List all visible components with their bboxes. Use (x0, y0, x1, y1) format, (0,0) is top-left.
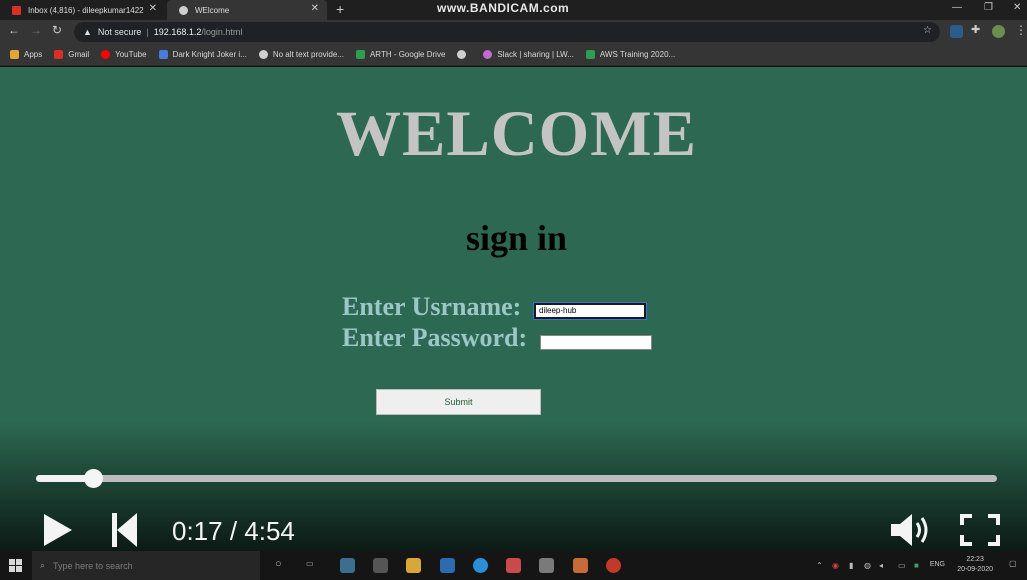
wallpaper-site-icon (158, 50, 168, 59)
browser-toolbar: ← → ↻ ▲ Not secure | 192.168.1.2 /login.… (0, 20, 1027, 44)
profile-avatar[interactable] (992, 25, 1005, 38)
bookmark-label: Slack | sharing | LW... (497, 50, 574, 59)
restore-icon[interactable]: ❐ (984, 2, 993, 13)
back-icon[interactable]: ← (8, 23, 20, 37)
url-path: /login.html (201, 27, 243, 37)
tab-title: WElcome (195, 5, 230, 15)
google-drive-icon (355, 50, 365, 59)
youtube-icon (101, 50, 111, 59)
address-bar[interactable]: ▲ Not secure | 192.168.1.2 /login.html ☆ (74, 22, 940, 42)
globe-icon (179, 5, 188, 15)
username-field[interactable]: dileep-hub (533, 302, 647, 320)
slack-icon (483, 50, 493, 59)
close-tab-icon[interactable]: ✕ (311, 3, 319, 14)
store-app-icon[interactable] (373, 558, 388, 573)
task-view-icon[interactable]: ▭ (306, 559, 314, 568)
menu-icon[interactable]: ⋮ (1015, 23, 1027, 37)
mail-app-icon[interactable] (440, 558, 455, 573)
bookmark-no-alt-text[interactable]: No alt text provide... (258, 50, 344, 59)
password-field[interactable] (540, 335, 652, 350)
bookmark-label: AWS Training 2020... (599, 50, 676, 59)
bookmark-apps[interactable]: Apps (10, 50, 42, 59)
playback-time: 0:17 / 4:54 (172, 516, 295, 546)
fullscreen-icon[interactable] (960, 514, 1000, 546)
battery-icon[interactable]: ▭ (898, 561, 906, 570)
tab-inbox[interactable]: Inbox (4,816) - dileepkumar1422 ✕ (0, 0, 165, 20)
bookmark-label: YouTube (115, 50, 147, 59)
reload-icon[interactable]: ↻ (52, 23, 62, 37)
submit-button[interactable]: Submit (376, 389, 541, 415)
extensions-puzzle-icon[interactable]: ✚ (971, 23, 980, 36)
tray-chevron-icon[interactable]: ⌃ (816, 561, 823, 570)
browser-tab-strip: Inbox (4,816) - dileepkumar1422 ✕ WElcom… (0, 0, 1027, 20)
network-icon[interactable]: ◍ (864, 561, 871, 570)
bookmark-arth-drive[interactable]: ARTH - Google Drive (355, 50, 446, 59)
gmail-icon (54, 50, 64, 59)
username-label: Enter Usrname: (342, 292, 522, 321)
clock-date: 20-09-2020 (957, 566, 993, 573)
play-icon[interactable] (42, 513, 74, 547)
forward-icon[interactable]: → (30, 23, 42, 37)
previous-icon[interactable] (111, 512, 139, 548)
new-tab-button[interactable]: + (336, 0, 344, 20)
edge-browser-icon[interactable] (473, 558, 488, 573)
bookmark-globe[interactable] (457, 50, 471, 59)
bookmark-label: Apps (24, 50, 43, 59)
security-status: Not secure (97, 27, 142, 37)
taskbar-search[interactable]: ⌕ Type here to search (32, 551, 260, 580)
address-separator: | (146, 27, 149, 37)
search-icon: ⌕ (40, 560, 46, 570)
globe-icon (457, 50, 467, 59)
globe-icon (258, 50, 268, 59)
system-clock[interactable]: 22:23 20-09-2020 (957, 555, 993, 575)
sublime-app-icon[interactable] (573, 558, 588, 573)
bookmark-label: No alt text provide... (272, 50, 344, 59)
page-title: WELCOME (336, 98, 697, 170)
bookmark-star-icon[interactable]: ☆ (923, 25, 932, 36)
tab-title: Inbox (4,816) - dileepkumar1422 (28, 5, 144, 15)
bookmark-slack[interactable]: Slack | sharing | LW... (483, 50, 574, 59)
file-explorer-icon[interactable] (406, 558, 421, 573)
window-close-icon[interactable]: ✕ (1013, 2, 1021, 13)
seek-handle[interactable] (83, 469, 103, 488)
recorder-watermark: www.BANDICAM.com (437, 1, 570, 15)
player-overlay-gradient (0, 421, 1027, 551)
windows-taskbar: ⌕ Type here to search ○ ▭ ⌃ ◉ ▮ ◍ ◂ ▭ ■ … (0, 551, 1027, 580)
bookmarks-bar: Apps Gmail YouTube Dark Knight Joker i..… (0, 44, 1027, 66)
bookmark-aws-training[interactable]: AWS Training 2020... (585, 50, 676, 59)
bookmark-youtube[interactable]: YouTube (101, 50, 147, 59)
bandicam-app-icon[interactable] (606, 558, 621, 573)
bookmark-label: ARTH - Google Drive (369, 50, 446, 59)
apps-grid-icon (10, 50, 19, 59)
seek-bar[interactable] (36, 475, 997, 482)
tab-welcome[interactable]: WElcome ✕ (167, 0, 327, 20)
notifications-icon[interactable]: ▢ (1009, 559, 1017, 568)
record-tray-icon[interactable]: ◉ (832, 561, 839, 570)
cortana-icon[interactable]: ○ (275, 558, 282, 570)
windows-start-icon[interactable] (9, 559, 22, 572)
close-tab-icon[interactable]: ✕ (149, 3, 157, 14)
google-drive-icon (585, 50, 595, 59)
gmail-icon (12, 5, 21, 15)
microphone-icon[interactable]: ▮ (849, 561, 853, 570)
warning-icon: ▲ (83, 27, 92, 37)
sign-in-heading: sign in (465, 218, 568, 258)
password-label: Enter Password: (342, 323, 528, 352)
taskbar-search-placeholder: Type here to search (53, 560, 133, 571)
minimize-icon[interactable]: — (952, 2, 962, 13)
clock-time: 22:23 (966, 556, 984, 563)
language-indicator[interactable]: ENG (930, 561, 945, 568)
bookmark-label: Dark Knight Joker i... (172, 50, 247, 59)
extension-icon[interactable] (950, 25, 963, 38)
bookmark-dark-knight[interactable]: Dark Knight Joker i... (158, 50, 247, 59)
bookmark-gmail[interactable]: Gmail (54, 50, 89, 59)
chrome-browser-icon[interactable] (506, 558, 521, 573)
app-tray-icon[interactable]: ■ (914, 561, 919, 570)
url-host: 192.168.1.2 (153, 27, 202, 37)
speaker-icon[interactable]: ◂ (879, 561, 883, 570)
chrome-app-icon[interactable] (340, 558, 355, 573)
vm-app-icon[interactable] (539, 558, 554, 573)
volume-icon[interactable] (890, 512, 932, 548)
bookmark-label: Gmail (68, 50, 90, 59)
